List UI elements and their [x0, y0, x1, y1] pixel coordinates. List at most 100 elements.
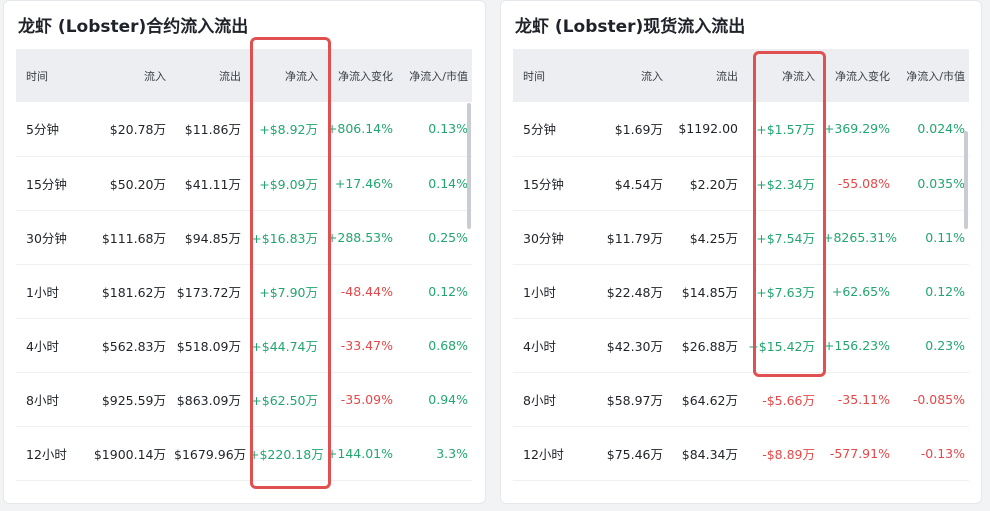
cell-net-inflow: +$7.54万 [756, 230, 815, 246]
cell-net-change: +8265.31% [823, 229, 898, 245]
cell-net-inflow: +$15.42万 [748, 338, 815, 354]
cell-time: 5分钟 [26, 122, 59, 138]
header-outflow[interactable]: 流出 [667, 49, 742, 102]
cell-net-change: +62.65% [831, 283, 890, 299]
cell-net-change: -33.47% [340, 337, 393, 353]
cell-net-inflow: +$220.18万 [249, 446, 324, 462]
header-net-change[interactable]: 净流入变化 [322, 49, 397, 102]
cell-net-to-mcap: 0.23% [925, 337, 965, 353]
cell-net-to-mcap: 0.024% [917, 121, 965, 137]
table-row: 4小时 $42.30万 $26.88万 +$15.42万 +156.23% 0.23% [513, 318, 969, 372]
cell-net-change: +806.14% [326, 121, 393, 137]
table-row: 5分钟 $1.69万 $1192.00 +$1.57万 +369.29% 0.024% [513, 102, 969, 156]
table-header-row: 时间 流入 流出 净流入 净流入变化 净流入/市值 [16, 49, 472, 102]
cell-time: 1小时 [26, 284, 59, 300]
cell-outflow: $14.85万 [681, 284, 738, 300]
cell-net-inflow: +$7.63万 [756, 284, 815, 300]
cell-inflow: $42.30万 [606, 338, 664, 354]
table-row: 12小时 $1900.14万 $1679.96万 +$220.18万 +144.01% 3… [16, 426, 472, 480]
cell-inflow: $4.54万 [614, 176, 664, 192]
table-row: 30分钟 $111.68万 $94.85万 +$16.83万 +288.53% 0.25% [16, 210, 472, 264]
cell-net-to-mcap: -0.13% [920, 445, 965, 461]
cell-net-to-mcap: 0.68% [428, 337, 468, 353]
cell-net-to-mcap: 0.12% [925, 283, 965, 299]
cell-net-to-mcap: 0.12% [428, 283, 468, 299]
cell-net-inflow: +$7.90万 [259, 284, 318, 300]
cell-time: 5分钟 [523, 122, 556, 138]
cell-inflow: $1.69万 [614, 122, 664, 138]
table-row: 15分钟 $4.54万 $2.20万 +$2.34万 -55.08% 0.035% [513, 156, 969, 210]
header-net-inflow[interactable]: 净流入 [742, 49, 819, 102]
cell-net-to-mcap: 0.11% [925, 229, 965, 245]
cell-outflow: $26.88万 [681, 338, 738, 354]
header-net-to-mcap[interactable]: 净流入/市值 [396, 49, 472, 102]
table-scrollbar[interactable] [467, 103, 471, 229]
table-scrollbar[interactable] [964, 131, 968, 229]
cell-inflow: $11.79万 [606, 230, 664, 246]
cell-net-change: +156.23% [823, 337, 890, 353]
table-row: 8小时 $58.97万 $64.62万 -$5.66万 -35.11% -0.085% [513, 372, 969, 426]
cell-time: 12小时 [523, 446, 564, 462]
cell-net-change: -55.08% [837, 175, 890, 191]
cell-net-inflow: -$8.89万 [762, 446, 815, 462]
cell-time: 15分钟 [523, 176, 564, 192]
cell-time: 8小时 [523, 392, 556, 408]
cell-outflow: $1679.96万 [174, 446, 247, 462]
cell-outflow: $1192.00 [678, 121, 738, 137]
contract-flow-panel: 龙虾 (Lobster)合约流入流出 时间 流入 流出 净流入 净流入变化 净流… [3, 0, 486, 504]
spot-flow-panel: 龙虾 (Lobster)现货流入流出 时间 流入 流出 净流入 净流入变化 净流… [500, 0, 982, 504]
table-row: 15分钟 $50.20万 $41.11万 +$9.09万 +17.46% 0.14% [16, 156, 472, 210]
cell-inflow: $20.78万 [109, 122, 167, 138]
cell-net-change: -48.44% [340, 283, 393, 299]
cell-outflow: $84.34万 [681, 446, 738, 462]
cell-time: 12小时 [26, 446, 67, 462]
cell-inflow: $50.20万 [109, 176, 167, 192]
header-net-change[interactable]: 净流入变化 [819, 49, 894, 102]
cell-time: 30分钟 [26, 230, 67, 246]
table-row: 1小时 $22.48万 $14.85万 +$7.63万 +62.65% 0.12% [513, 264, 969, 318]
cell-outflow: $2.20万 [689, 176, 738, 192]
cell-time: 4小时 [523, 338, 556, 354]
panel-title: 龙虾 (Lobster)合约流入流出 [18, 17, 249, 37]
cell-outflow: $41.11万 [184, 176, 241, 192]
header-inflow[interactable]: 流入 [585, 49, 668, 102]
cell-inflow: $111.68万 [101, 230, 167, 246]
table-row: 30分钟 $11.79万 $4.25万 +$7.54万 +8265.31% 0.11% [513, 210, 969, 264]
table-header-row: 时间 流入 流出 净流入 净流入变化 净流入/市值 [513, 49, 969, 102]
cell-net-to-mcap: 0.94% [428, 391, 468, 407]
cell-inflow: $22.48万 [606, 284, 664, 300]
header-inflow[interactable]: 流入 [88, 49, 171, 102]
cell-outflow: $64.62万 [681, 392, 738, 408]
cell-outflow: $4.25万 [689, 230, 738, 246]
header-net-inflow[interactable]: 净流入 [245, 49, 322, 102]
contract-flow-table-container[interactable]: 时间 流入 流出 净流入 净流入变化 净流入/市值 5分钟 $20.78万 $11.… [16, 49, 472, 483]
cell-net-inflow: +$9.09万 [259, 176, 318, 192]
cell-inflow: $1900.14万 [93, 446, 167, 462]
cell-net-to-mcap: 0.13% [428, 121, 468, 137]
cell-time: 1小时 [523, 284, 556, 300]
contract-flow-table: 时间 流入 流出 净流入 净流入变化 净流入/市值 5分钟 $20.78万 $11.… [16, 49, 472, 481]
header-net-to-mcap[interactable]: 净流入/市值 [893, 49, 969, 102]
cell-net-change: +144.01% [326, 445, 393, 461]
cell-net-inflow: +$2.34万 [756, 176, 815, 192]
cell-net-inflow: +$1.57万 [756, 122, 815, 138]
cell-net-to-mcap: 0.035% [917, 175, 965, 191]
header-time[interactable]: 时间 [16, 49, 89, 102]
cell-net-to-mcap: 3.3% [436, 445, 468, 461]
cell-net-to-mcap: 0.14% [428, 175, 468, 191]
table-row: 1小时 $181.62万 $173.72万 +$7.90万 -48.44% 0.12% [16, 264, 472, 318]
spot-flow-table-container[interactable]: 时间 流入 流出 净流入 净流入变化 净流入/市值 5分钟 $1.69万 $1192… [513, 49, 969, 483]
cell-outflow: $863.09万 [176, 392, 241, 408]
cell-net-change: -577.91% [829, 445, 890, 461]
cell-net-inflow: -$5.66万 [762, 392, 815, 408]
cell-inflow: $75.46万 [606, 446, 664, 462]
cell-time: 8小时 [26, 392, 59, 408]
header-outflow[interactable]: 流出 [170, 49, 245, 102]
cell-outflow: $173.72万 [176, 284, 241, 300]
table-row: 8小时 $925.59万 $863.09万 +$62.50万 -35.09% 0.94% [16, 372, 472, 426]
cell-net-change: -35.11% [837, 391, 890, 407]
cell-net-to-mcap: 0.25% [428, 229, 468, 245]
cell-inflow: $925.59万 [101, 392, 167, 408]
header-time[interactable]: 时间 [513, 49, 586, 102]
cell-outflow: $518.09万 [176, 338, 241, 354]
